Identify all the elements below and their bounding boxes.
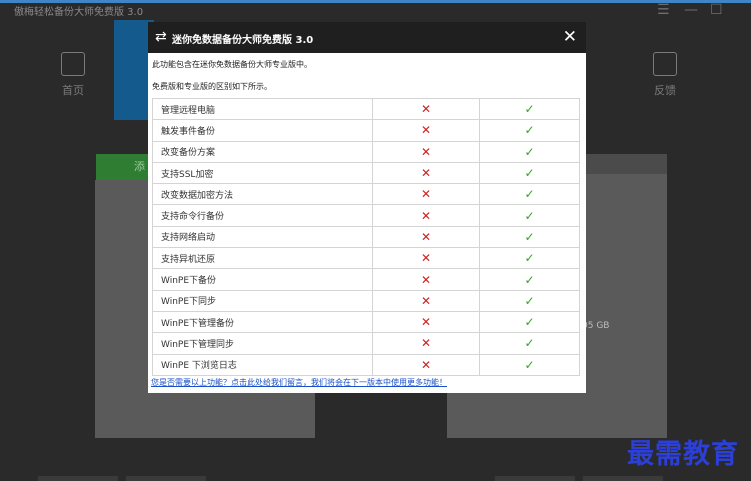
free-version-cross-icon: ✕ [372, 225, 480, 249]
nav-item-home[interactable]: 首页 [48, 52, 98, 98]
pro-version-check-icon: ✓ [479, 268, 580, 291]
free-version-cross-icon: ✕ [372, 204, 480, 227]
pro-version-check-icon: ✓ [479, 97, 580, 121]
pro-version-check-icon: ✓ [479, 140, 580, 163]
home-icon [61, 52, 85, 76]
table-row: 支持命令行备份 ✕ ✓ [152, 204, 580, 227]
add-tab[interactable]: 添 [96, 154, 148, 180]
minimize-icon[interactable]: — [684, 2, 698, 18]
close-icon[interactable]: ✕ [563, 27, 577, 47]
bottom-button-1[interactable] [38, 476, 118, 481]
feature-name: 支持网络启动 [152, 225, 373, 249]
table-row: WinPE 下浏览日志 ✕ ✓ [152, 353, 580, 376]
intro-text-2: 免费版和专业版的区别如下所示。 [152, 82, 272, 91]
feature-name: 触发事件备份 [152, 119, 373, 142]
table-row: 改变数据加密方法 ✕ ✓ [152, 183, 580, 206]
disk-size-label: 05 GB [582, 321, 610, 331]
dialog-title: 迷你免数据备份大师免费版 3.0 [172, 35, 314, 46]
feature-name: WinPE下管理同步 [152, 332, 373, 355]
table-row: 支持SSL加密 ✕ ✓ [152, 161, 580, 185]
feature-name: 改变备份方案 [152, 140, 373, 163]
feature-name: 支持异机还原 [152, 247, 373, 270]
table-row: 支持异机还原 ✕ ✓ [152, 247, 580, 270]
intro-text-1: 此功能包含在迷你免数据备份大师专业版中。 [152, 60, 312, 69]
feature-name: 管理远程电脑 [152, 97, 373, 121]
nav-label-home: 首页 [62, 84, 84, 97]
table-row: 触发事件备份 ✕ ✓ [152, 119, 580, 142]
free-version-cross-icon: ✕ [372, 161, 480, 185]
mail-icon [653, 52, 677, 76]
table-row: WinPE下管理备份 ✕ ✓ [152, 310, 580, 334]
bottom-button-4[interactable] [583, 476, 663, 481]
pro-version-check-icon: ✓ [479, 119, 580, 142]
transfer-arrows-icon: ⇄ [155, 29, 167, 45]
feature-name: 支持命令行备份 [152, 204, 373, 227]
pro-version-check-icon: ✓ [479, 247, 580, 270]
free-version-cross-icon: ✕ [372, 247, 480, 270]
table-row: WinPE下同步 ✕ ✓ [152, 289, 580, 312]
pro-version-check-icon: ✓ [479, 204, 580, 227]
feature-comparison-dialog: ⇄ 迷你免数据备份大师免费版 3.0 ✕ 此功能包含在迷你免数据备份大师专业版中… [148, 22, 586, 393]
table-row: WinPE下管理同步 ✕ ✓ [152, 332, 580, 355]
feature-name: WinPE下管理备份 [152, 310, 373, 334]
comparison-table: 管理远程电脑 ✕ ✓ 触发事件备份 ✕ ✓ 改变备份方案 ✕ ✓ 支持SSL加密 ✕ ✓ 改变数据加密方… [152, 97, 580, 376]
pro-version-check-icon: ✓ [479, 161, 580, 185]
feature-name: 支持SSL加密 [152, 161, 373, 185]
pro-version-check-icon: ✓ [479, 310, 580, 334]
table-row: WinPE下备份 ✕ ✓ [152, 268, 580, 291]
free-version-cross-icon: ✕ [372, 332, 480, 355]
dialog-title-bar: ⇄ 迷你免数据备份大师免费版 3.0 ✕ [148, 22, 586, 53]
table-row: 管理远程电脑 ✕ ✓ [152, 97, 580, 121]
free-version-cross-icon: ✕ [372, 353, 480, 376]
watermark-logo: 最需教育 [627, 439, 739, 470]
nav-label-feedback: 反馈 [654, 84, 676, 97]
feature-name: WinPE下备份 [152, 268, 373, 291]
feature-name: WinPE下同步 [152, 289, 373, 312]
pro-version-check-icon: ✓ [479, 225, 580, 249]
pro-version-check-icon: ✓ [479, 183, 580, 206]
app-title: 傲梅轻松备份大师免费版 3.0 [14, 7, 144, 18]
pro-version-check-icon: ✓ [479, 332, 580, 355]
free-version-cross-icon: ✕ [372, 119, 480, 142]
nav-item-feedback[interactable]: 反馈 [640, 52, 690, 98]
free-version-cross-icon: ✕ [372, 268, 480, 291]
pro-version-check-icon: ✓ [479, 289, 580, 312]
maximize-icon[interactable]: ☐ [710, 2, 723, 18]
free-version-cross-icon: ✕ [372, 140, 480, 163]
table-row: 支持网络启动 ✕ ✓ [152, 225, 580, 249]
free-version-cross-icon: ✕ [372, 310, 480, 334]
free-version-cross-icon: ✕ [372, 183, 480, 206]
feature-name: WinPE 下浏览日志 [152, 353, 373, 376]
bottom-button-3[interactable] [495, 476, 575, 481]
pro-version-check-icon: ✓ [479, 353, 580, 376]
free-version-cross-icon: ✕ [372, 97, 480, 121]
table-row: 改变备份方案 ✕ ✓ [152, 140, 580, 163]
bottom-button-2[interactable] [126, 476, 206, 481]
feature-name: 改变数据加密方法 [152, 183, 373, 206]
free-version-cross-icon: ✕ [372, 289, 480, 312]
feedback-link[interactable]: 您是否需要以上功能？点击此处给我们留言，我们将会在下一版本中使用更多功能！ [151, 377, 447, 388]
menu-icon[interactable]: ☰ [657, 2, 670, 18]
